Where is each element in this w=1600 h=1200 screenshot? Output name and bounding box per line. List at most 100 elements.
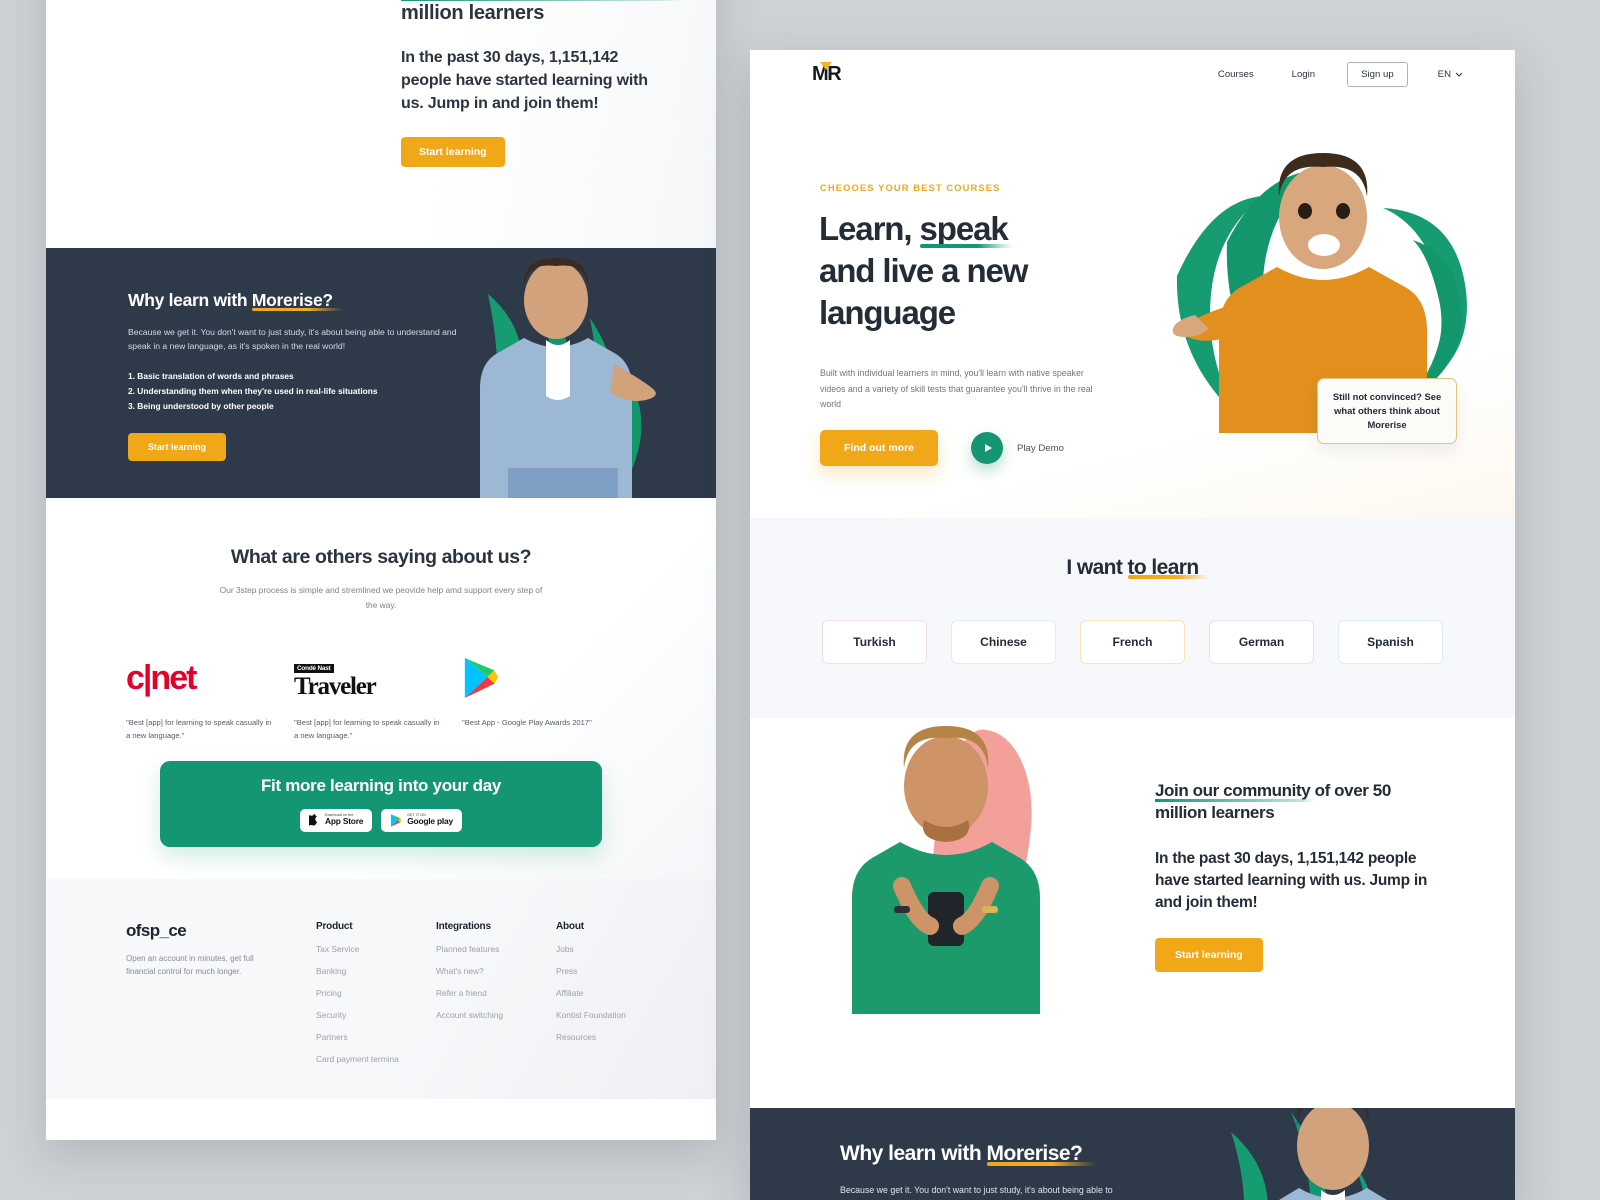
language-chip-spanish[interactable]: Spanish bbox=[1338, 620, 1443, 664]
testimonial-item: Condé Nast Traveler "Best [app] for lear… bbox=[294, 652, 462, 742]
left-community-heading-line1: Join our community of over 50 bbox=[401, 0, 682, 1]
left-why-heading-accent: Morerise? bbox=[251, 290, 345, 311]
language-chip-turkish[interactable]: Turkish bbox=[822, 620, 927, 664]
why-learn-heading-prefix: Why learn with bbox=[840, 1142, 987, 1165]
why-learn-section: Why learn with Morerise? Because we get … bbox=[750, 1108, 1515, 1200]
community-body: In the past 30 days, 1,151,142 people ha… bbox=[1155, 850, 1428, 912]
language-selector[interactable]: EN bbox=[1438, 69, 1463, 80]
footer-brand: ofsp_ce Open an account in minutes, get … bbox=[126, 921, 316, 1099]
left-community-section: Join our community of over 50 million le… bbox=[46, 0, 716, 248]
footer-link[interactable]: Security bbox=[316, 1010, 436, 1020]
hero-heading-part2: and live a new language bbox=[819, 252, 1028, 332]
hero-heading-accent: speak bbox=[919, 208, 1013, 250]
google-play-logo bbox=[462, 652, 630, 704]
app-download-heading: Fit more learning into your day bbox=[260, 775, 502, 795]
footer-logo: ofsp_ce bbox=[126, 920, 187, 940]
play-demo-button[interactable] bbox=[971, 432, 1003, 464]
google-play-large-label: Google play bbox=[407, 816, 453, 827]
left-why-list-item: 1. Basic translation of words and phrase… bbox=[128, 370, 294, 381]
footer-link[interactable]: Banking bbox=[316, 966, 436, 976]
footer-link[interactable]: Affiliate bbox=[556, 988, 696, 998]
left-community-copy: Join our community of over 50 million le… bbox=[401, 0, 682, 168]
cnet-logo-text: c|net bbox=[126, 659, 197, 698]
page-canvas: Join our community of over 50 million le… bbox=[0, 0, 1600, 1200]
footer-column-product: Product Tax Service Banking Pricing Secu… bbox=[316, 921, 436, 1099]
footer-link[interactable]: Planned features bbox=[436, 944, 556, 954]
conde-nast-traveler-logo: Condé Nast Traveler bbox=[294, 652, 462, 704]
footer-description: Open an account in minutes, get full fin… bbox=[126, 953, 254, 977]
app-download-banner: Fit more learning into your day Download… bbox=[160, 760, 602, 847]
footer-column-title: Product bbox=[316, 920, 353, 932]
footer-column-about: About Jobs Press Affiliate Kontist Found… bbox=[556, 921, 696, 1099]
footer-column-title: Integrations bbox=[436, 920, 491, 932]
footer-link[interactable]: Jobs bbox=[556, 944, 696, 954]
traveler-label: Traveler bbox=[294, 673, 377, 701]
top-navigation-bar: MR Courses Login Sign up EN bbox=[750, 50, 1515, 98]
footer-link[interactable]: Kontist Foundation bbox=[556, 1010, 696, 1020]
footer-link[interactable]: Card payment termina bbox=[316, 1054, 436, 1064]
start-learning-button[interactable]: Start learning bbox=[128, 432, 227, 461]
footer-link[interactable]: Press bbox=[556, 966, 696, 976]
footer-link[interactable]: Tax Service bbox=[316, 944, 436, 954]
testimonial-item: "Best App - Google Play Awards 2017" bbox=[462, 652, 630, 742]
press-logo-row: c|net "Best [app] for learning to speak … bbox=[126, 652, 646, 742]
start-learning-button[interactable]: Start learning bbox=[401, 137, 505, 168]
right-screen-panel: MR Courses Login Sign up EN CHEOOES YOUR… bbox=[750, 50, 1515, 1200]
why-learn-heading: Why learn with Morerise? bbox=[840, 1142, 1140, 1166]
hero-subtitle: Built with individual learners in mind, … bbox=[820, 368, 1093, 410]
language-chip-german[interactable]: German bbox=[1209, 620, 1314, 664]
chevron-down-icon bbox=[1455, 72, 1463, 77]
left-screen-panel: Join our community of over 50 million le… bbox=[46, 0, 716, 1140]
language-picker-heading-part1: I want bbox=[1066, 556, 1128, 579]
community-heading: Join our community of over 50 million le… bbox=[1155, 780, 1440, 824]
nav-link-courses[interactable]: Courses bbox=[1218, 69, 1254, 80]
conde-nast-label: Condé Nast bbox=[294, 664, 334, 674]
testimonial-callout[interactable]: Still not convinced? See what others thi… bbox=[1317, 378, 1457, 445]
footer-link[interactable]: Pricing bbox=[316, 988, 436, 998]
testimonials-subtitle: Our 3step process is simple and stremlin… bbox=[219, 585, 543, 610]
left-testimonials-section: What are others saying about us? Our 3st… bbox=[46, 498, 716, 1099]
community-heading-accent: Join our community bbox=[1155, 780, 1316, 803]
footer-link[interactable]: What's new? bbox=[436, 966, 556, 976]
left-why-paragraph: Because we get it. You don't want to jus… bbox=[128, 327, 457, 351]
footer-link[interactable]: Resources bbox=[556, 1032, 696, 1042]
start-learning-button[interactable]: Start learning bbox=[1155, 938, 1263, 973]
find-out-more-button[interactable]: Find out more bbox=[820, 430, 938, 466]
language-chip-chinese[interactable]: Chinese bbox=[951, 620, 1056, 664]
nav-link-login[interactable]: Login bbox=[1292, 69, 1315, 80]
community-section: Join our community of over 50 million le… bbox=[750, 718, 1515, 1108]
play-demo-label: Play Demo bbox=[1017, 442, 1064, 454]
hero-cta-row: Find out more Play Demo bbox=[820, 430, 1064, 466]
left-why-list-item: 2. Understanding them when they're used … bbox=[128, 385, 378, 396]
hero-heading: Learn, speak and live a new language bbox=[819, 208, 1139, 335]
hero-eyebrow: CHEOOES YOUR BEST COURSES bbox=[820, 182, 1001, 193]
mr-logo[interactable]: MR bbox=[812, 62, 842, 84]
cnet-logo: c|net bbox=[126, 652, 294, 704]
google-play-button[interactable]: GET IT ON Google play bbox=[381, 808, 462, 832]
footer-link[interactable]: Account switching bbox=[436, 1010, 556, 1020]
footer-link[interactable]: Partners bbox=[316, 1032, 436, 1042]
sign-up-button[interactable]: Sign up bbox=[1347, 61, 1408, 87]
language-picker-section: I want to learn Turkish Chinese French G… bbox=[750, 518, 1515, 718]
left-why-heading: Why learn with Morerise? bbox=[128, 290, 458, 311]
language-chip-french[interactable]: French bbox=[1080, 620, 1185, 664]
learner-photo-denim-shirt bbox=[480, 258, 656, 498]
play-icon bbox=[984, 444, 992, 452]
google-play-icon bbox=[391, 813, 402, 827]
hero-heading-part1: Learn, bbox=[819, 210, 920, 247]
learner-photo-green-shirt bbox=[852, 726, 1040, 1014]
logo-triangle-icon bbox=[820, 62, 832, 70]
testimonial-quote: "Best [app] for learning to speak casual… bbox=[126, 718, 272, 741]
left-why-copy: Why learn with Morerise? Because we get … bbox=[128, 290, 458, 461]
footer-link[interactable]: Refer a friend bbox=[436, 988, 556, 998]
why-learn-copy: Why learn with Morerise? Because we get … bbox=[840, 1142, 1140, 1200]
testimonials-heading: What are others saying about us? bbox=[230, 546, 532, 568]
language-picker-heading-accent: to learn bbox=[1127, 556, 1209, 579]
testimonial-quote: "Best App - Google Play Awards 2017" bbox=[462, 718, 592, 728]
hero-section: CHEOOES YOUR BEST COURSES Learn, speak a… bbox=[750, 98, 1515, 518]
left-why-list: 1. Basic translation of words and phrase… bbox=[128, 369, 458, 414]
left-why-list-item: 3. Being understood by other people bbox=[128, 400, 274, 411]
app-store-button[interactable]: Download on the App Store bbox=[300, 808, 373, 832]
google-play-icon bbox=[464, 658, 499, 699]
left-community-heading-line2: million learners bbox=[401, 1, 545, 24]
